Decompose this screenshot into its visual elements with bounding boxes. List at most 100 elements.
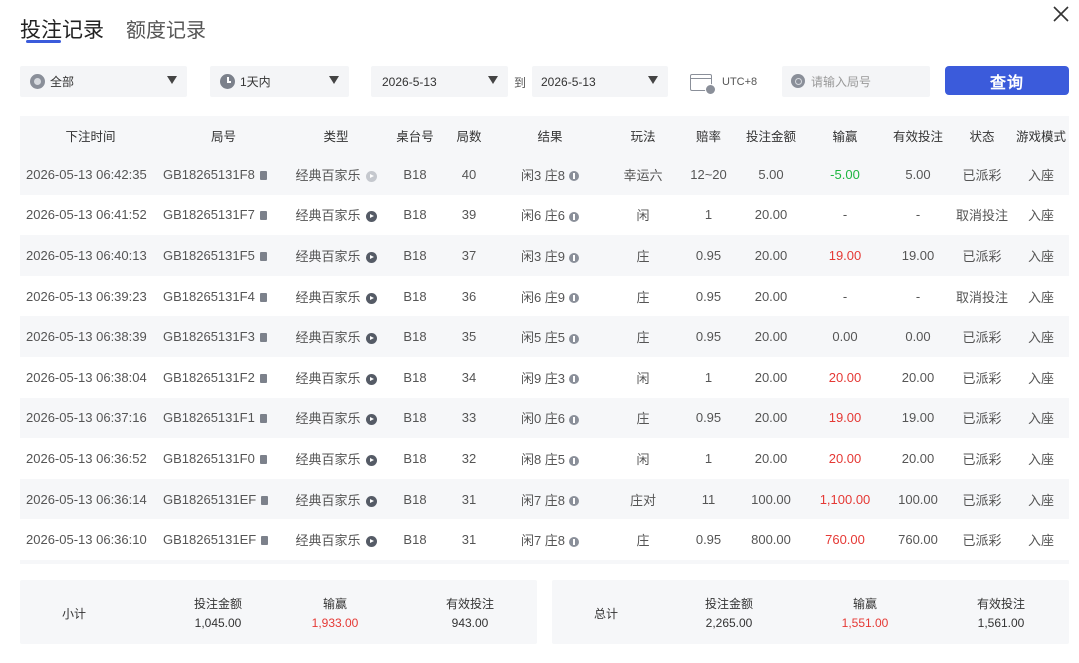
winloss-cell: 1,100.00 [819,491,871,507]
info-icon[interactable] [569,536,580,547]
info-icon[interactable] [569,211,580,222]
query-button[interactable]: 查询 [945,66,1069,95]
info-icon[interactable] [569,171,580,182]
result-text: 闲6 庄6 [520,208,566,224]
shoe-cell: 40 [461,166,477,182]
bet-amount-cell: 20.00 [754,207,788,223]
round-id: GB18265131F2 [163,369,255,385]
play-replay-icon[interactable] [365,414,377,426]
info-icon[interactable] [569,293,580,304]
type-cell: 经典百家乐 [286,357,386,398]
play-replay-icon[interactable] [365,333,377,345]
shoe-cell: 31 [461,532,477,548]
copy-icon[interactable] [259,292,267,302]
valid-bet-cell: - [915,288,921,304]
play-replay-icon[interactable] [365,373,377,385]
play-replay-icon[interactable] [365,536,377,548]
valid-bet-cell: 19.00 [901,410,935,426]
end-date-picker[interactable]: 2026-5-13 [532,66,668,97]
game-mode-cell: 入座 [1027,370,1054,386]
header-game-mode: 游戏模式 [1015,129,1066,144]
play-replay-icon[interactable] [365,495,377,507]
odds-cell: 0.95 [695,329,722,345]
info-icon[interactable] [569,455,580,466]
time-range-select[interactable]: 1天内 [210,66,349,97]
copy-icon[interactable] [261,495,269,505]
info-icon[interactable] [569,333,580,344]
shoe-cell: 37 [461,247,477,263]
game-type: 经典百家乐 [295,208,361,224]
bet-type-cell: 庄 [636,411,650,427]
result-cell: 闲5 庄5 [494,316,606,357]
clock-icon [220,74,235,89]
table-no-cell: B18 [403,166,427,182]
total-amount-value: 2,265.00 [705,616,753,630]
timezone-selector[interactable]: UTC+8 [690,71,770,95]
game-mode-cell: 入座 [1027,208,1054,224]
bet-records-table: 下注时间 局号 类型 桌台号 局数 结果 玩法 赔率 投注金额 输赢 有效投注 … [20,116,1069,564]
status-cell: 已派彩 [962,330,1002,346]
table-row: 2026-05-13 06:36:14 GB18265131EF 经典百家乐 B18 3… [20,478,1069,520]
info-icon[interactable] [569,414,580,425]
bet-time-cell: 2026-05-13 06:38:39 [26,329,147,345]
bet-time-cell: 2026-05-13 06:36:10 [26,532,147,548]
game-mode-cell: 入座 [1027,451,1054,467]
start-date-picker[interactable]: 2026-5-13 [371,66,508,97]
time-range-value: 1天内 [240,75,271,89]
copy-icon[interactable] [259,333,267,343]
play-replay-icon[interactable] [365,252,377,264]
round-id: GB18265131F5 [163,247,255,263]
header-table-no: 桌台号 [396,129,434,144]
info-icon[interactable] [569,374,580,385]
result-text: 闲3 庄9 [520,248,566,264]
copy-icon[interactable] [259,414,267,424]
tab-credit-records[interactable]: 额度记录 [126,16,206,46]
total-panel: 总计 投注金额 2,265.00 输赢 1,551.00 有效投注 1,561.… [552,580,1069,644]
info-icon[interactable] [569,496,580,507]
header-bet-type: 玩法 [630,129,656,144]
result-text: 闲3 庄8 [520,167,566,183]
game-type: 经典百家乐 [295,533,361,549]
close-icon[interactable] [1051,4,1071,24]
round-search-input[interactable]: 请输入局号 [782,66,930,97]
winloss-cell: 19.00 [828,247,862,263]
game-type-select[interactable]: 全部 [20,66,187,97]
bet-type-cell: 闲 [636,451,650,467]
copy-icon[interactable] [259,455,267,465]
header-type: 类型 [323,129,349,144]
winloss-cell: - [842,207,848,223]
valid-bet-cell: 20.00 [901,369,935,385]
info-icon[interactable] [569,252,580,263]
play-replay-icon[interactable] [365,292,377,304]
copy-icon[interactable] [261,536,269,546]
header-odds: 赔率 [695,129,721,144]
bet-time-cell: 2026-05-13 06:40:13 [26,247,147,263]
status-cell: 已派彩 [962,533,1002,549]
valid-bet-cell: 760.00 [898,532,938,548]
round-id: GB18265131EF [163,532,257,548]
total-valid-value: 1,561.00 [977,616,1025,630]
status-cell: 已派彩 [962,451,1002,467]
subtotal-panel: 小计 投注金额 1,045.00 输赢 1,933.00 有效投注 943.00 [20,580,537,644]
header-bet-time: 下注时间 [65,129,116,144]
copy-icon[interactable] [259,211,267,221]
result-text: 闲9 庄3 [520,370,566,386]
round-id-cell: GB18265131F7 [161,195,286,236]
total-winloss: 输赢 1,551.00 [805,595,925,630]
copy-icon[interactable] [259,170,267,180]
game-mode-cell: 入座 [1027,248,1054,264]
table-row: 2026-05-13 06:36:10 GB18265131EF 经典百家乐 B18 3… [20,519,1069,560]
play-replay-icon[interactable] [365,455,377,467]
valid-bet-cell: 20.00 [901,450,935,466]
status-cell: 已派彩 [962,492,1002,508]
shoe-cell: 31 [461,491,477,507]
play-replay-icon[interactable] [365,170,377,182]
round-id-cell: GB18265131EF [161,519,286,560]
table-header-row: 下注时间 局号 类型 桌台号 局数 结果 玩法 赔率 投注金额 输赢 有效投注 … [20,116,1069,154]
play-replay-icon[interactable] [365,211,377,223]
game-type: 经典百家乐 [295,370,361,386]
copy-icon[interactable] [259,252,267,262]
table-no-cell: B18 [403,450,427,466]
valid-bet-cell: 100.00 [898,491,938,507]
copy-icon[interactable] [259,373,267,383]
